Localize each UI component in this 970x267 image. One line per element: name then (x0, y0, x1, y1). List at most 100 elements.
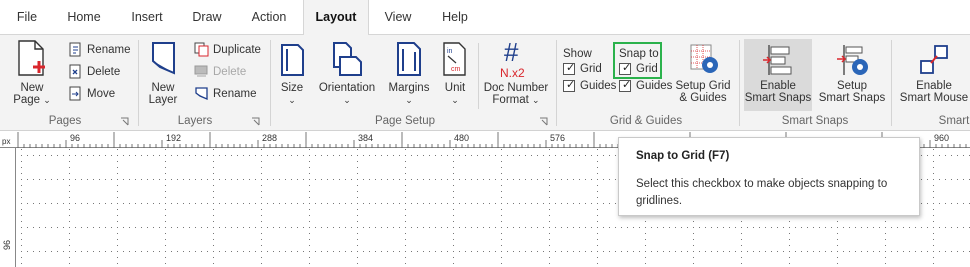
setup-smart-snaps-button[interactable]: Setup Smart Snaps (818, 43, 886, 104)
grid-dot (897, 227, 898, 228)
grid-dot (741, 257, 742, 258)
grid-dot (615, 251, 616, 252)
chevron-down-icon: ⌄ (532, 95, 540, 105)
grid-dot (117, 233, 118, 234)
grid-dot (21, 257, 22, 258)
grid-dot (507, 227, 508, 228)
doc-number-format-button[interactable]: # N.x2 Doc Number Format ⌄ (482, 39, 550, 106)
tab-file[interactable]: File (10, 0, 44, 35)
grid-dot (549, 263, 550, 264)
grid-dot (309, 233, 310, 234)
dialog-launcher-icon[interactable] (251, 117, 260, 126)
grid-dot (933, 263, 934, 264)
checkbox-box[interactable]: ✓ (563, 79, 575, 92)
grid-dot (501, 215, 502, 216)
grid-dot (369, 179, 370, 180)
grid-dot (381, 227, 382, 228)
grid-dot (231, 179, 232, 180)
checkbox-box[interactable]: ✓ (563, 62, 575, 75)
setup-grid-guides-button[interactable]: Setup Grid & Guides (674, 43, 732, 104)
grid-dot (183, 227, 184, 228)
checkbox-box[interactable]: ✓ (619, 62, 631, 75)
new-layer-button[interactable]: New Layer (142, 39, 184, 106)
grid-dot (735, 251, 736, 252)
doc-number-icon-text: N.x2 (500, 66, 525, 79)
enable-smart-snaps-button[interactable]: Enable Smart Snaps (744, 39, 812, 111)
grid-dot (261, 227, 262, 228)
grid-dot (93, 155, 94, 156)
grid-dot (453, 227, 454, 228)
grid-dot (609, 203, 610, 204)
grid-dot (129, 155, 130, 156)
grid-dot (39, 203, 40, 204)
tab-help[interactable]: Help (436, 0, 474, 35)
enable-smart-mouse-button[interactable]: Enable Smart Mouse (898, 43, 970, 104)
grid-dot (945, 227, 946, 228)
tab-action[interactable]: Action (246, 0, 292, 35)
grid-dot (219, 203, 220, 204)
tab-insert[interactable]: Insert (124, 0, 170, 35)
grid-dot (63, 227, 64, 228)
grid-dot (693, 257, 694, 258)
grid-dot (903, 227, 904, 228)
checkbox-box[interactable]: ✓ (619, 79, 632, 92)
grid-dot (435, 179, 436, 180)
grid-dot (831, 251, 832, 252)
grid-dot (453, 245, 454, 246)
unit-label: Unit (444, 82, 466, 94)
grid-dot (207, 251, 208, 252)
grid-dot (69, 251, 70, 252)
grid-dot (429, 155, 430, 156)
grid-dot (951, 227, 952, 228)
grid-dot (933, 209, 934, 210)
grid-dot (267, 179, 268, 180)
grid-dot (861, 227, 862, 228)
grid-dot (357, 221, 358, 222)
grid-dot (723, 251, 724, 252)
grid-dot (951, 251, 952, 252)
group-separator (891, 40, 892, 126)
tab-draw[interactable]: Draw (186, 0, 228, 35)
orientation-button[interactable]: Orientation ⌄ (316, 39, 378, 106)
grid-dot (549, 221, 550, 222)
grid-dot (603, 227, 604, 228)
checkmark-icon: ✓ (622, 79, 632, 91)
grid-dot (345, 155, 346, 156)
grid-dot (549, 149, 550, 150)
tab-layout[interactable]: Layout (303, 0, 369, 36)
grid-dot (525, 203, 526, 204)
grid-dot (351, 179, 352, 180)
unit-button[interactable]: in cm Unit ⌄ (438, 39, 472, 106)
grid-dot (549, 161, 550, 162)
dialog-launcher-icon[interactable] (539, 117, 548, 126)
grid-dot (447, 155, 448, 156)
grid-dot (105, 251, 106, 252)
tab-view[interactable]: View (378, 0, 418, 35)
margins-button[interactable]: Margins ⌄ (384, 39, 434, 106)
grid-dot (933, 179, 934, 180)
grid-dot (333, 155, 334, 156)
grid-dot (885, 245, 886, 246)
new-page-button[interactable]: New Page ⌄ (8, 39, 56, 106)
dialog-launcher-icon[interactable] (120, 117, 129, 126)
grid-dot (399, 251, 400, 252)
grid-dot (117, 179, 118, 180)
grid-dot (261, 263, 262, 264)
grid-dot (243, 155, 244, 156)
vertical-ruler[interactable]: 96 (0, 148, 16, 267)
grid-dot (597, 149, 598, 150)
grid-dot (255, 227, 256, 228)
tab-home[interactable]: Home (62, 0, 106, 35)
show-guides-label: Guides (580, 80, 617, 92)
grid-dot (123, 155, 124, 156)
grid-dot (651, 251, 652, 252)
size-button[interactable]: Size ⌄ (276, 39, 308, 106)
grid-dot (873, 227, 874, 228)
grid-dot (543, 203, 544, 204)
grid-dot (951, 179, 952, 180)
grid-dot (165, 257, 166, 258)
grid-dot (153, 179, 154, 180)
grid-dot (471, 203, 472, 204)
grid-dot (99, 179, 100, 180)
grid-dot (495, 155, 496, 156)
